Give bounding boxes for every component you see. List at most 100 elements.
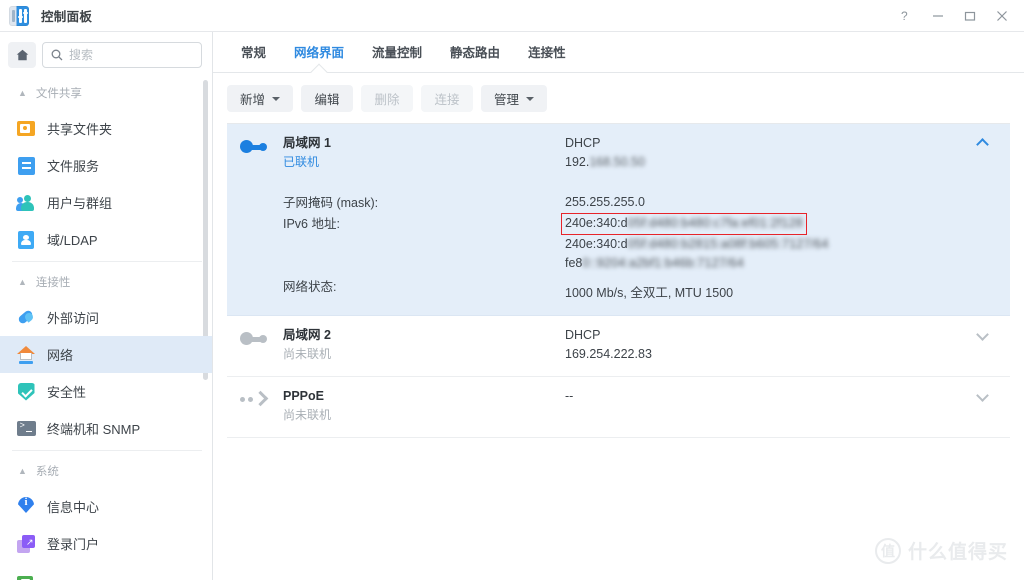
sidebar-item-login-portal[interactable]: ↗ 登录门户 [0,525,212,562]
sidebar-nav: ▲ 文件共享 共享文件夹 文件服务 用户与群组 域/LDAP [0,76,212,580]
interface-mode: DHCP [565,134,954,153]
sidebar-section-file-sharing[interactable]: ▲ 文件共享 [0,76,212,110]
sidebar-item-file-services[interactable]: 文件服务 [0,147,212,184]
interface-icon-cell [227,124,283,315]
tab-general[interactable]: 常规 [227,42,280,72]
interface-values: -- [565,387,954,425]
spacer [283,256,565,277]
tab-connectivity[interactable]: 连接性 [514,42,580,72]
sidebar-section-label: 系统 [36,463,59,479]
cut-off-icon [16,571,36,580]
table-row[interactable]: 局域网 1 已联机 子网掩码 (mask): IPv6 地址: 网络状态: DH… [227,124,1010,316]
tab-traffic-control[interactable]: 流量控制 [358,42,436,72]
interface-ip: 169.254.222.83 [565,345,954,364]
sidebar-section-system[interactable]: ▲ 系统 [0,454,212,488]
chevron-down-icon [977,331,988,338]
sidebar-search-row [0,32,212,76]
window-controls: ? [890,1,1018,31]
sidebar-item-clipped[interactable] [0,562,212,580]
home-icon[interactable] [8,42,36,68]
search-input-wrapper[interactable] [42,42,202,68]
tab-static-route[interactable]: 静态路由 [436,42,514,72]
ipv6-address-1: 240e:340:d05f:d480:b480:c7fa:ef01:2f128 [565,212,954,235]
sidebar-item-network[interactable]: 网络 [0,336,212,373]
interface-details: PPPoE 尚未联机 -- [283,377,954,437]
interface-mode: DHCP [565,326,954,345]
maximize-button[interactable] [954,1,986,31]
table-row[interactable]: 局域网 2 尚未联机 DHCP 169.254.222.83 [227,316,1010,377]
info-center-icon [16,497,36,517]
interface-values: DHCP 169.254.222.83 [565,326,954,364]
interface-values: DHCP 192.168.50.50 255.255.255.0 240e:34… [565,134,954,303]
external-access-icon [16,308,36,328]
security-shield-icon [16,382,36,402]
add-button[interactable]: 新增 [227,85,293,112]
sidebar-item-label: 登录门户 [47,534,99,553]
sidebar-section-label: 连接性 [36,274,71,290]
shared-folder-icon [16,119,36,139]
network-icon [16,345,36,365]
chevron-down-icon [272,97,280,101]
row-expand-toggle[interactable] [954,124,1010,315]
search-input[interactable] [69,48,193,62]
interface-ip: 192.168.50.50 [565,153,954,172]
table-row[interactable]: PPPoE 尚未联机 -- [227,377,1010,438]
ipv6-prefix: fe8 [565,256,582,270]
watermark-logo: 值 [875,538,901,564]
row-expand-toggle[interactable] [954,377,1010,437]
spacer [283,235,565,256]
help-button[interactable]: ? [890,1,922,31]
delete-button-label: 删除 [375,89,400,108]
minimize-button[interactable] [922,1,954,31]
chevron-down-icon [526,97,534,101]
sidebar-item-shared-folder[interactable]: 共享文件夹 [0,110,212,147]
sidebar-item-label: 网络 [47,345,73,364]
sidebar-item-domain-ldap[interactable]: 域/LDAP [0,221,212,258]
tab-network-interface[interactable]: 网络界面 [280,42,358,72]
sidebar-item-label: 信息中心 [47,497,99,516]
spacer [283,172,565,193]
sidebar-item-users-groups[interactable]: 用户与群组 [0,184,212,221]
connect-button-label: 连接 [435,89,460,108]
sidebar-section-connectivity[interactable]: ▲ 连接性 [0,265,212,299]
sidebar-item-label: 安全性 [47,382,86,401]
watermark: 值 什么值得买 [875,537,1008,564]
ipv6-redacted: 05f:d480:b480:c7fa:ef01:2f128 [628,215,803,232]
interface-status: 已联机 [283,153,565,172]
network-status-value: 1000 Mb/s, 全双工, MTU 1500 [565,284,954,303]
window-title: 控制面板 [41,6,92,25]
connect-button: 连接 [421,85,473,112]
interface-icon-cell [227,316,283,376]
interface-status: 尚未联机 [283,345,565,364]
interface-icon-cell [227,377,283,437]
sidebar-item-security[interactable]: 安全性 [0,373,212,410]
sidebar-item-external-access[interactable]: 外部访问 [0,299,212,336]
sidebar: ▲ 文件共享 共享文件夹 文件服务 用户与群组 域/LDAP [0,32,213,580]
row-expand-toggle[interactable] [954,316,1010,376]
sidebar-section-label: 文件共享 [36,85,82,101]
interface-list: 局域网 1 已联机 子网掩码 (mask): IPv6 地址: 网络状态: DH… [227,123,1010,438]
login-portal-icon: ↗ [16,534,36,554]
interface-ip-redacted: 168.50.50 [589,153,645,172]
subnet-mask-value: 255.255.255.0 [565,193,954,212]
delete-button: 删除 [361,85,413,112]
manage-button[interactable]: 管理 [481,85,547,112]
network-status-label: 网络状态: [283,277,565,298]
interface-labels: 局域网 2 尚未联机 [283,326,565,364]
add-button-label: 新增 [240,89,265,108]
control-panel-window: 控制面板 ? [0,0,1024,580]
close-button[interactable] [986,1,1018,31]
interface-status: 尚未联机 [283,406,565,425]
edit-button[interactable]: 编辑 [301,85,353,112]
chevron-up-icon: ▲ [18,278,27,287]
interface-details: 局域网 1 已联机 子网掩码 (mask): IPv6 地址: 网络状态: DH… [283,124,954,315]
sidebar-item-label: 用户与群组 [47,193,112,212]
sidebar-item-terminal-snmp[interactable]: 终端机和 SNMP [0,410,212,447]
interface-ip-prefix: 192. [565,155,589,169]
ipv6-address-label: IPv6 地址: [283,214,565,235]
sidebar-item-info-center[interactable]: 信息中心 [0,488,212,525]
toolbar: 新增 编辑 删除 连接 管理 [213,73,1024,123]
ipv6-prefix: 240e:340:d [565,237,628,251]
content-panel: 常规 网络界面 流量控制 静态路由 连接性 新增 编辑 删除 连接 [213,32,1024,580]
chevron-up-icon: ▲ [18,467,27,476]
